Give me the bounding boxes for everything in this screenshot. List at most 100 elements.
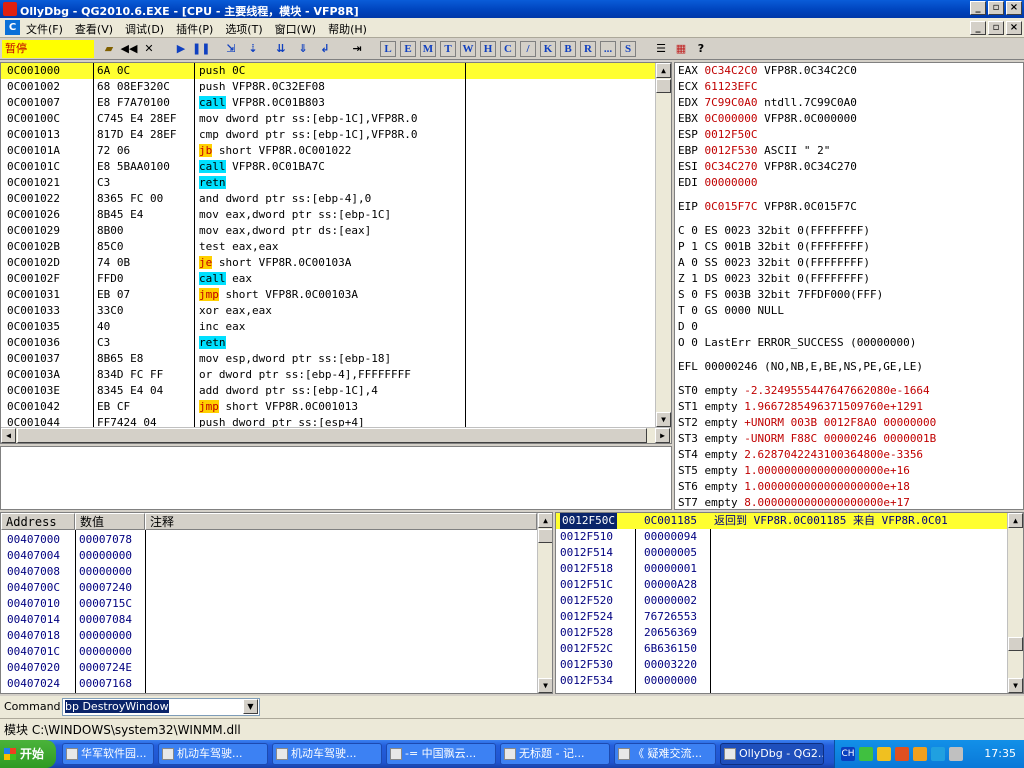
- close-button[interactable]: ×: [1006, 1, 1022, 15]
- trace-over-icon[interactable]: ⇓: [294, 40, 312, 58]
- register-row[interactable]: ESI 0C34C270 VFP8R.0C34C270: [678, 159, 857, 175]
- trace-into-icon[interactable]: ⇊: [272, 40, 290, 58]
- dump-header-comment[interactable]: 注释: [145, 513, 537, 530]
- toolbar-window-button[interactable]: W: [460, 41, 476, 57]
- mdi-restore-button[interactable]: ▫: [988, 21, 1004, 35]
- dump-vertical-scrollbar[interactable]: ▲ ▼: [537, 513, 552, 693]
- taskbar-button[interactable]: OllyDbg - QG2...: [720, 743, 824, 765]
- scroll-up-icon[interactable]: ▲: [538, 513, 552, 528]
- fpu-register-row[interactable]: ST2 empty +UNORM 003B 0012F8A0 00000000: [678, 415, 936, 431]
- open-icon[interactable]: ▰: [100, 40, 118, 58]
- disasm-row[interactable]: 0C00103A 834D FC FF or dword ptr ss:[ebp-4…: [1, 367, 671, 383]
- disasm-row[interactable]: 0C00101A 72 06 jb short VFP8R.0C001022: [1, 143, 671, 159]
- pause-icon[interactable]: ❚❚: [192, 40, 210, 58]
- toolbar-window-button[interactable]: K: [540, 41, 556, 57]
- volume-icon[interactable]: [949, 747, 963, 761]
- command-input[interactable]: bp DestroyWindow: [62, 698, 260, 716]
- toolbar-window-button[interactable]: R: [580, 41, 596, 57]
- restore-button[interactable]: ▫: [988, 1, 1004, 15]
- dump-row[interactable]: 00407010 0000715C: [1, 596, 537, 612]
- taskbar-button[interactable]: 机动车驾驶...: [158, 743, 268, 765]
- fpu-register-row[interactable]: ST0 empty -2.3249555447647662080e-1664: [678, 383, 930, 399]
- menu-item[interactable]: 选项(T): [225, 21, 262, 37]
- registers-pane[interactable]: EAX 0C34C2C0 VFP8R.0C34C2C0 ECX 61123EFC …: [674, 62, 1024, 510]
- tray-app-icon[interactable]: [913, 747, 927, 761]
- flag-row[interactable]: T 0 GS 0000 NULL: [678, 303, 784, 319]
- disasm-row[interactable]: 0C001021 C3 retn: [1, 175, 671, 191]
- dump-row[interactable]: 00407004 00000000: [1, 548, 537, 564]
- menu-item[interactable]: 帮助(H): [328, 21, 367, 37]
- run-icon[interactable]: ▶: [172, 40, 190, 58]
- flag-row[interactable]: P 1 CS 001B 32bit 0(FFFFFFFF): [678, 239, 870, 255]
- restart-icon[interactable]: ◀◀: [120, 40, 138, 58]
- menu-item[interactable]: 文件(F): [26, 21, 63, 37]
- flag-row[interactable]: Z 1 DS 0023 32bit 0(FFFFFFFF): [678, 271, 870, 287]
- toolbar-window-button[interactable]: E: [400, 41, 416, 57]
- scroll-down-icon[interactable]: ▼: [538, 678, 552, 693]
- disasm-row[interactable]: 0C001022 8365 FC 00 and dword ptr ss:[ebp-…: [1, 191, 671, 207]
- stack-row[interactable]: 0012F518 00000001: [556, 561, 1007, 577]
- dump-row[interactable]: 00407000 00007078: [1, 532, 537, 548]
- menu-item[interactable]: 窗口(W): [275, 21, 316, 37]
- toolbar-window-button[interactable]: T: [440, 41, 456, 57]
- register-row[interactable]: EAX 0C34C2C0 VFP8R.0C34C2C0: [678, 63, 857, 79]
- tray-app-icon[interactable]: [895, 747, 909, 761]
- clock[interactable]: 17:35: [984, 747, 1016, 760]
- register-row[interactable]: EIP 0C015F7C VFP8R.0C015F7C: [678, 199, 857, 215]
- memory-dump-pane[interactable]: Address 数值 注释 00407000 00007078 00407004 00…: [0, 512, 553, 694]
- toolbar-window-button[interactable]: M: [420, 41, 436, 57]
- dump-row[interactable]: 00407020 0000724E: [1, 660, 537, 676]
- scroll-thumb[interactable]: [17, 428, 647, 443]
- dump-row[interactable]: 00407018 00000000: [1, 628, 537, 644]
- register-row[interactable]: EBX 0C000000 VFP8R.0C000000: [678, 111, 857, 127]
- disasm-row[interactable]: 0C001036 C3 retn: [1, 335, 671, 351]
- dump-row[interactable]: 0040700C 00007240: [1, 580, 537, 596]
- dump-header-address[interactable]: Address: [1, 513, 75, 530]
- language-indicator[interactable]: CH: [841, 747, 855, 761]
- flag-row[interactable]: O 0 LastErr ERROR_SUCCESS (00000000): [678, 335, 916, 351]
- scroll-down-icon[interactable]: ▼: [1008, 678, 1023, 693]
- register-row[interactable]: EBP 0012F530 ASCII " 2": [678, 143, 830, 159]
- dump-header-value[interactable]: 数值: [75, 513, 145, 530]
- disasm-row[interactable]: 0C00102D 74 0B je short VFP8R.0C00103A: [1, 255, 671, 271]
- goto-icon[interactable]: ⇥: [348, 40, 366, 58]
- stack-row[interactable]: 0012F520 00000002: [556, 593, 1007, 609]
- toolbar-window-button[interactable]: L: [380, 41, 396, 57]
- stack-row[interactable]: 0012F524 76726553: [556, 609, 1007, 625]
- cpu-window-icon[interactable]: C: [5, 20, 20, 35]
- toolbar-window-button[interactable]: /: [520, 41, 536, 57]
- dump-row[interactable]: 0040701C 00000000: [1, 644, 537, 660]
- fpu-register-row[interactable]: ST7 empty 8.0000000000000000000e+17: [678, 495, 910, 509]
- flag-row[interactable]: A 0 SS 0023 32bit 0(FFFFFFFF): [678, 255, 870, 271]
- stack-row[interactable]: 0012F50C 0C001185 返回到 VFP8R.0C001185 来自 VF…: [556, 513, 1007, 529]
- disasm-row[interactable]: 0C00100C C745 E4 28EF mov dword ptr ss:[eb…: [1, 111, 671, 127]
- disasm-row[interactable]: 0C00102F FFD0 call eax: [1, 271, 671, 287]
- tray-app-icon[interactable]: [877, 747, 891, 761]
- taskbar-button[interactable]: 机动车驾驶...: [272, 743, 382, 765]
- disassembler-vertical-scrollbar[interactable]: ▲ ▼: [655, 63, 671, 427]
- disasm-row[interactable]: 0C001033 33C0 xor eax,eax: [1, 303, 671, 319]
- tray-app-icon[interactable]: [931, 747, 945, 761]
- toolbar-window-button[interactable]: C: [500, 41, 516, 57]
- toolbar-window-button[interactable]: B: [560, 41, 576, 57]
- disasm-row[interactable]: 0C001037 8B65 E8 mov esp,dword ptr ss:[ebp…: [1, 351, 671, 367]
- toolbar-window-button[interactable]: S: [620, 41, 636, 57]
- stack-row[interactable]: 0012F51C 00000A28: [556, 577, 1007, 593]
- toolbar-window-button[interactable]: H: [480, 41, 496, 57]
- colors-icon[interactable]: ▦: [672, 40, 690, 58]
- taskbar-button[interactable]: 无标题 - 记...: [500, 743, 610, 765]
- disasm-row[interactable]: 0C001007 E8 F7A70100 call VFP8R.0C01B803: [1, 95, 671, 111]
- disasm-row[interactable]: 0C001042 EB CF jmp short VFP8R.0C001013: [1, 399, 671, 415]
- info-pane[interactable]: [0, 446, 672, 510]
- dump-row[interactable]: 00407008 00000000: [1, 564, 537, 580]
- disasm-row[interactable]: 0C001002 68 08EF320C push VFP8R.0C32EF08: [1, 79, 671, 95]
- taskbar-button[interactable]: 华军软件园...: [62, 743, 154, 765]
- disasm-row[interactable]: 0C001031 EB 07 jmp short VFP8R.0C00103A: [1, 287, 671, 303]
- scroll-thumb[interactable]: [656, 79, 671, 93]
- close-debuggee-icon[interactable]: ✕: [140, 40, 158, 58]
- register-row[interactable]: EDX 7C99C0A0 ntdll.7C99C0A0: [678, 95, 857, 111]
- disasm-row[interactable]: 0C00103E 8345 E4 04 add dword ptr ss:[ebp-…: [1, 383, 671, 399]
- register-row[interactable]: ESP 0012F50C: [678, 127, 757, 143]
- disasm-row[interactable]: 0C001013 817D E4 28EF cmp dword ptr ss:[eb…: [1, 127, 671, 143]
- disasm-row[interactable]: 0C001035 40 inc eax: [1, 319, 671, 335]
